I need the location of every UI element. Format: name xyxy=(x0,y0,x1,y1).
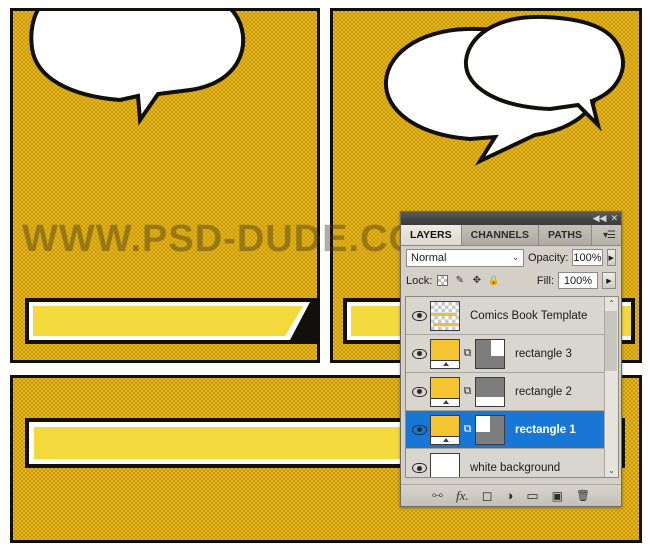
layer-thumbnail[interactable] xyxy=(430,300,460,331)
collapse-panel-icon[interactable]: ◀◀ xyxy=(593,214,607,223)
caption-banner-top-left xyxy=(25,298,317,344)
layer-visibility-toggle[interactable] xyxy=(408,386,430,397)
layer-thumbnail[interactable] xyxy=(430,376,460,407)
layer-row-rectangle-3[interactable]: ⧉ rectangle 3 xyxy=(406,335,618,373)
layers-list-scrollbar[interactable]: ⌃ ⌄ xyxy=(604,297,618,477)
tab-paths[interactable]: PATHS xyxy=(538,225,593,245)
chevron-down-icon: ⌄ xyxy=(512,253,519,262)
tab-channels[interactable]: CHANNELS xyxy=(461,225,539,245)
lock-position-icon[interactable]: ✥ xyxy=(470,274,483,287)
layer-name: rectangle 2 xyxy=(515,385,572,398)
layer-visibility-toggle[interactable] xyxy=(408,310,430,321)
mask-link-icon[interactable]: ⧉ xyxy=(463,386,472,397)
layer-thumbnail[interactable] xyxy=(430,338,460,369)
layer-visibility-toggle[interactable] xyxy=(408,463,430,473)
opacity-spinner-icon[interactable]: ▶ xyxy=(606,249,616,266)
speech-bubble-top-right xyxy=(383,14,625,166)
opacity-label: Opacity: xyxy=(528,251,569,264)
layer-mask-thumbnail[interactable] xyxy=(475,376,505,407)
photoshop-layers-panel[interactable]: ◀◀ ✕ LAYERS CHANNELS PATHS ▾☰ Normal ⌄ O… xyxy=(400,211,622,507)
layer-style-fx-button[interactable]: fx. xyxy=(456,488,469,504)
panel-tab-bar[interactable]: LAYERS CHANNELS PATHS ▾☰ xyxy=(401,225,621,246)
link-layers-button[interactable]: ⧟ xyxy=(432,489,443,502)
layer-name: rectangle 1 xyxy=(515,423,576,436)
layers-list[interactable]: Comics Book Template ⧉ rectangle 3 ⧉ rec… xyxy=(405,296,619,478)
blend-opacity-row: Normal ⌄ Opacity: 100% ▶ xyxy=(401,246,621,269)
layer-thumbnails: ⧉ xyxy=(430,376,505,407)
panel-titlebar[interactable]: ◀◀ ✕ xyxy=(401,212,621,225)
lock-fill-row: Lock: ✎ ✥ 🔒 Fill: 100% ▶ xyxy=(401,269,621,292)
blend-mode-select[interactable]: Normal ⌄ xyxy=(406,248,524,267)
layer-row-comics-book-template[interactable]: Comics Book Template xyxy=(406,297,618,335)
scroll-up-icon[interactable]: ⌃ xyxy=(608,297,615,310)
close-icon[interactable]: ✕ xyxy=(610,214,618,223)
layer-visibility-toggle[interactable] xyxy=(408,424,430,435)
layer-thumbnails: ⧉ xyxy=(430,414,505,445)
layers-panel-footer[interactable]: ⧟ fx. ◻ ◑ ▭ ▣ 🗑 xyxy=(401,484,621,506)
scrollbar-thumb[interactable] xyxy=(605,311,617,371)
lock-label: Lock: xyxy=(406,274,433,287)
fill-value: 100% xyxy=(563,274,593,287)
new-group-button[interactable]: ▭ xyxy=(526,488,538,504)
add-layer-mask-button[interactable]: ◻ xyxy=(482,488,493,504)
top-left-panel xyxy=(10,8,320,363)
layer-visibility-toggle[interactable] xyxy=(408,348,430,359)
mask-link-icon[interactable]: ⧉ xyxy=(463,348,472,359)
fill-label: Fill: xyxy=(536,274,554,287)
layer-thumbnails xyxy=(430,453,460,477)
tab-layers[interactable]: LAYERS xyxy=(401,225,462,245)
tab-paths-label: PATHS xyxy=(547,229,583,241)
tab-channels-label: CHANNELS xyxy=(470,229,529,241)
panel-menu-icon[interactable]: ▾☰ xyxy=(597,225,621,245)
layer-row-rectangle-1[interactable]: ⧉ rectangle 1 xyxy=(406,411,618,449)
layer-thumbnail[interactable] xyxy=(430,414,460,445)
adjustment-layer-button[interactable]: ◑ xyxy=(505,488,513,503)
layer-thumbnail[interactable] xyxy=(430,453,460,477)
layer-row-white-background[interactable]: white background xyxy=(406,449,618,477)
layer-thumbnails xyxy=(430,300,460,331)
fill-input[interactable]: 100% xyxy=(558,272,598,289)
fill-spinner-icon[interactable]: ▶ xyxy=(602,272,616,289)
screenshot-root: WWW.PSD-DUDE.COM ◀◀ ✕ LAYERS CHANNELS PA… xyxy=(0,0,650,560)
opacity-value: 100% xyxy=(573,251,602,264)
layer-name: rectangle 3 xyxy=(515,347,572,360)
lock-all-icon[interactable]: 🔒 xyxy=(487,274,500,287)
tab-layers-label: LAYERS xyxy=(410,229,452,241)
layer-name: Comics Book Template xyxy=(470,309,588,322)
mask-link-icon[interactable]: ⧉ xyxy=(463,424,472,435)
delete-layer-button[interactable]: 🗑 xyxy=(576,489,590,502)
lock-image-pixels-icon[interactable]: ✎ xyxy=(453,274,466,287)
layer-mask-thumbnail[interactable] xyxy=(475,414,505,445)
layer-mask-thumbnail[interactable] xyxy=(475,338,505,369)
layer-row-rectangle-2[interactable]: ⧉ rectangle 2 xyxy=(406,373,618,411)
lock-transparent-pixels-icon[interactable] xyxy=(436,274,449,287)
opacity-input[interactable]: 100% xyxy=(572,249,603,266)
speech-bubble-top-left xyxy=(29,11,246,126)
new-layer-button[interactable]: ▣ xyxy=(552,489,563,503)
layer-name: white background xyxy=(470,462,561,474)
scroll-down-icon[interactable]: ⌄ xyxy=(608,464,615,477)
layer-thumbnails: ⧉ xyxy=(430,338,505,369)
blend-mode-value: Normal xyxy=(411,251,447,264)
